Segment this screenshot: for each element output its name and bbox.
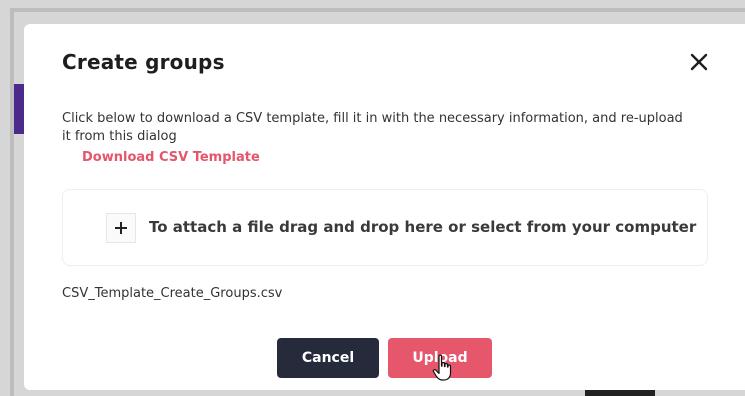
close-button[interactable]: [686, 49, 712, 75]
attached-file-name: CSV_Template_Create_Groups.csv: [62, 286, 283, 301]
dropzone-instructions: To attach a file drag and drop here or s…: [149, 218, 697, 236]
dialog-title: Create groups: [62, 50, 225, 74]
upload-button[interactable]: Upload: [388, 338, 492, 378]
plus-icon: [115, 222, 127, 234]
dialog-description: Click below to download a CSV template, …: [62, 111, 683, 144]
backdrop-frame-left: [10, 8, 14, 396]
backdrop-frame-top: [10, 8, 745, 12]
cancel-button[interactable]: Cancel: [277, 338, 379, 378]
download-csv-template-link[interactable]: Download CSV Template: [82, 150, 260, 165]
create-groups-dialog: Create groups Click below to download a …: [24, 24, 745, 390]
file-dropzone[interactable]: To attach a file drag and drop here or s…: [62, 189, 708, 266]
attach-file-button[interactable]: [106, 213, 136, 243]
close-icon: [690, 53, 708, 71]
backdrop-sidebar-accent: [14, 84, 24, 134]
